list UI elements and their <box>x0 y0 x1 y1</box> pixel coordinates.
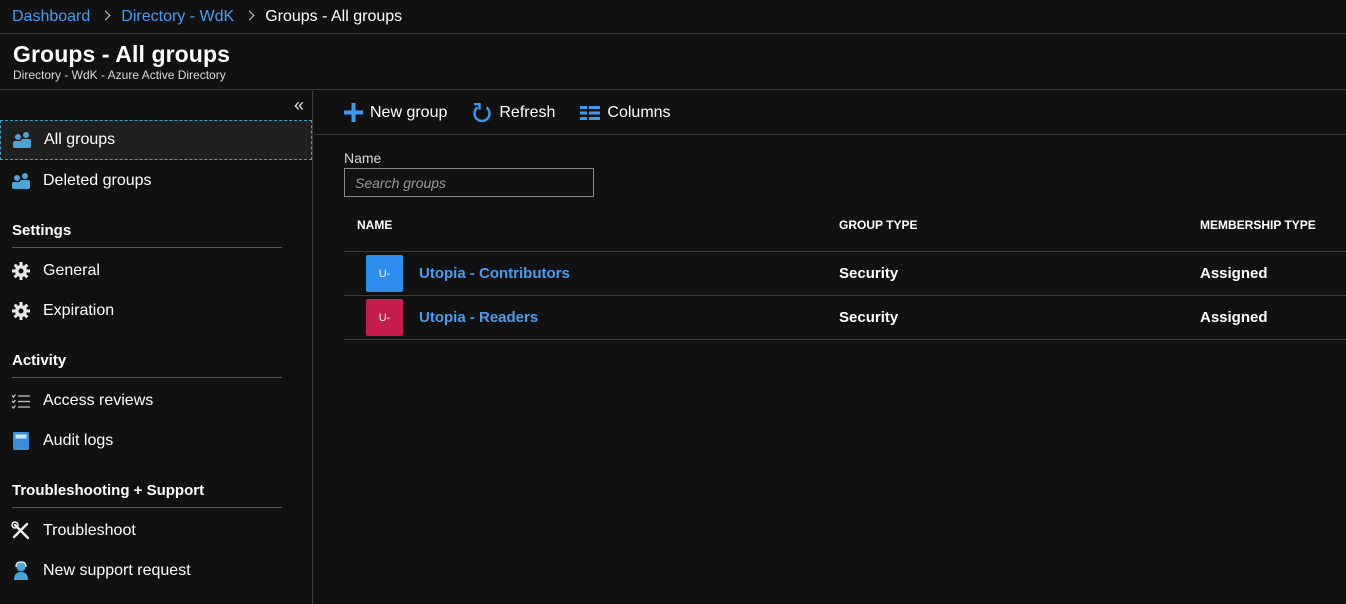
sidebar-item-label: General <box>43 262 100 279</box>
main-content: New group Refresh Columns Name NAME GROU… <box>314 91 1346 604</box>
section-heading-support: Troubleshooting + Support <box>12 482 282 508</box>
chevron-right-icon <box>244 10 255 21</box>
sidebar-item-label: Deleted groups <box>43 172 152 189</box>
group-avatar: U- <box>366 299 403 336</box>
sidebar-item-expiration[interactable]: Expiration <box>0 291 312 331</box>
breadcrumb: Dashboard Directory - WdK Groups - All g… <box>0 0 1346 34</box>
table-row: U- Utopia - Contributors Security Assign… <box>344 252 1346 296</box>
sidebar-item-all-groups[interactable]: All groups <box>0 120 312 160</box>
column-header-group-type[interactable]: GROUP TYPE <box>839 218 917 232</box>
sidebar-item-label: Access reviews <box>43 392 154 409</box>
refresh-icon <box>472 102 492 123</box>
page-subtitle: Directory - WdK - Azure Active Directory <box>13 68 226 82</box>
refresh-button[interactable]: Refresh <box>472 102 556 123</box>
sidebar-item-troubleshoot[interactable]: Troubleshoot <box>0 511 312 551</box>
new-group-button[interactable]: New group <box>344 103 447 122</box>
sidebar-item-audit-logs[interactable]: Audit logs <box>0 421 312 461</box>
group-name-link[interactable]: Utopia - Contributors <box>419 265 570 282</box>
search-input[interactable] <box>344 168 594 197</box>
book-icon <box>11 431 31 451</box>
groups-icon <box>12 130 32 150</box>
column-header-name[interactable]: NAME <box>357 218 392 232</box>
columns-icon <box>580 105 601 121</box>
group-name-link[interactable]: Utopia - Readers <box>419 309 538 326</box>
sidebar-item-label: Troubleshoot <box>43 522 136 539</box>
sidebar-item-label: All groups <box>44 131 116 148</box>
chevron-right-icon <box>100 10 111 21</box>
breadcrumb-directory[interactable]: Directory - WdK <box>121 8 234 26</box>
membership-type-cell: Assigned <box>1200 265 1268 282</box>
page-title: Groups - All groups <box>13 41 230 67</box>
name-filter-label: Name <box>344 150 382 166</box>
table-header: NAME GROUP TYPE MEMBERSHIP TYPE <box>344 203 1346 252</box>
breadcrumb-current: Groups - All groups <box>265 7 403 25</box>
columns-label: Columns <box>607 103 671 121</box>
support-person-icon <box>11 561 31 581</box>
group-avatar: U- <box>366 255 403 292</box>
gear-icon <box>11 261 31 281</box>
section-heading-activity: Activity <box>12 352 282 378</box>
columns-button[interactable]: Columns <box>580 103 671 122</box>
new-group-label: New group <box>370 103 448 121</box>
membership-type-cell: Assigned <box>1200 309 1268 326</box>
sidebar-item-deleted-groups[interactable]: Deleted groups <box>0 161 312 201</box>
sidebar: « All groups Deleted groups Settings Gen… <box>0 91 313 604</box>
table-row: U- Utopia - Readers Security Assigned <box>344 296 1346 340</box>
groups-table: NAME GROUP TYPE MEMBERSHIP TYPE U- Utopi… <box>344 203 1346 340</box>
sidebar-item-new-support-request[interactable]: New support request <box>0 551 312 591</box>
plus-icon <box>344 103 363 122</box>
group-type-cell: Security <box>839 265 899 282</box>
tools-icon <box>11 521 31 541</box>
breadcrumb-dashboard[interactable]: Dashboard <box>12 8 90 26</box>
sidebar-item-label: Expiration <box>43 302 115 319</box>
collapse-icon[interactable]: « <box>294 95 304 115</box>
sidebar-item-label: Audit logs <box>43 432 114 449</box>
sidebar-item-access-reviews[interactable]: Access reviews <box>0 381 312 421</box>
refresh-label: Refresh <box>499 103 556 121</box>
sidebar-item-general[interactable]: General <box>0 251 312 291</box>
section-heading-settings: Settings <box>12 222 282 248</box>
page-header: Groups - All groups Directory - WdK - Az… <box>0 35 1346 90</box>
gear-icon <box>11 301 31 321</box>
toolbar: New group Refresh Columns <box>314 91 1346 135</box>
group-type-cell: Security <box>839 309 899 326</box>
groups-icon <box>11 171 31 191</box>
checklist-icon <box>11 391 31 411</box>
column-header-membership-type[interactable]: MEMBERSHIP TYPE <box>1200 218 1316 232</box>
sidebar-item-label: New support request <box>43 562 191 579</box>
